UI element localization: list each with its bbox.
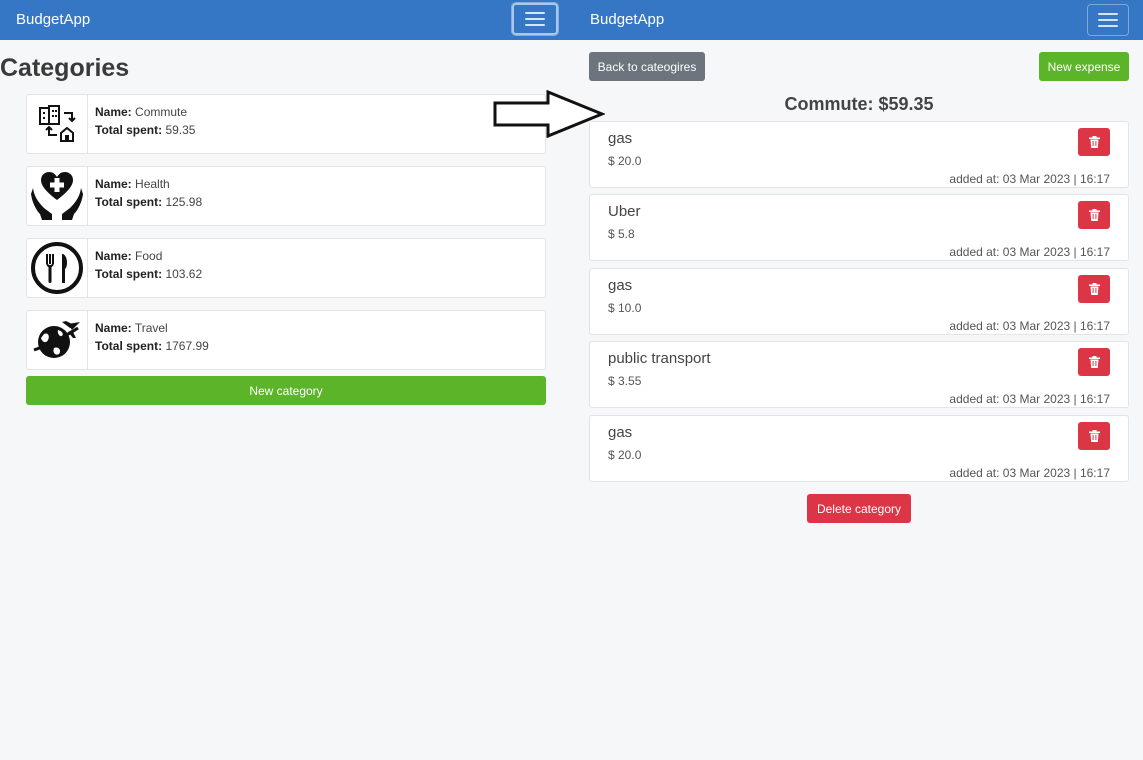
expense-card: gas $ 20.0 added at: 03 Mar 2023 | 16:17	[589, 415, 1129, 482]
name-label: Name:	[95, 177, 132, 191]
delete-expense-button[interactable]	[1078, 422, 1110, 450]
category-card-health[interactable]: Name: Health Total spent: 125.98	[26, 166, 546, 226]
trash-icon	[1088, 136, 1100, 148]
delete-expense-button[interactable]	[1078, 275, 1110, 303]
hamburger-line	[525, 24, 545, 26]
delete-expense-button[interactable]	[1078, 128, 1110, 156]
category-info: Name: Health Total spent: 125.98	[88, 167, 209, 225]
expense-card: gas $ 20.0 added at: 03 Mar 2023 | 16:17	[589, 121, 1129, 188]
fork-knife-icon	[27, 239, 88, 297]
right-navbar: BudgetApp	[572, 0, 1143, 40]
name-label: Name:	[95, 249, 132, 263]
expense-card: Uber $ 5.8 added at: 03 Mar 2023 | 16:17	[589, 194, 1129, 261]
expense-amount: $ 5.8	[608, 227, 635, 241]
menu-toggle-button[interactable]	[1087, 4, 1129, 36]
city-commute-icon	[27, 95, 88, 153]
category-total: 1767.99	[165, 339, 209, 353]
total-label: Total spent:	[95, 195, 163, 209]
health-hands-icon	[27, 167, 88, 225]
globe-plane-icon	[27, 311, 88, 369]
category-name: Health	[135, 177, 170, 191]
expense-card: gas $ 10.0 added at: 03 Mar 2023 | 16:17	[589, 268, 1129, 335]
category-total: 103.62	[165, 267, 203, 281]
hamburger-icon	[525, 12, 545, 14]
expense-date: added at: 03 Mar 2023 | 16:17	[949, 319, 1110, 333]
expense-amount: $ 20.0	[608, 448, 642, 462]
new-expense-button[interactable]: New expense	[1039, 52, 1129, 81]
expense-date: added at: 03 Mar 2023 | 16:17	[949, 172, 1110, 186]
category-detail-title: Commute: $59.35	[784, 94, 934, 114]
expense-name: gas	[608, 277, 633, 294]
hamburger-line	[1098, 19, 1118, 21]
expense-card: public transport $ 3.55 added at: 03 Mar…	[589, 341, 1129, 408]
category-card-travel[interactable]: Name: Travel Total spent: 1767.99	[26, 310, 546, 370]
expense-name: Uber	[608, 203, 641, 220]
total-label: Total spent:	[95, 123, 163, 137]
delete-expense-button[interactable]	[1078, 348, 1110, 376]
name-label: Name:	[95, 321, 132, 335]
expense-name: gas	[608, 130, 633, 147]
expense-date: added at: 03 Mar 2023 | 16:17	[949, 466, 1110, 480]
expense-name: gas	[608, 424, 633, 441]
left-navbar: BudgetApp	[0, 0, 572, 40]
category-info: Name: Travel Total spent: 1767.99	[88, 311, 216, 369]
expense-date: added at: 03 Mar 2023 | 16:17	[949, 392, 1110, 406]
hamburger-icon	[1098, 13, 1118, 15]
category-card-food[interactable]: Name: Food Total spent: 103.62	[26, 238, 546, 298]
delete-category-button[interactable]: Delete category	[807, 494, 911, 523]
expense-amount: $ 20.0	[608, 154, 642, 168]
hamburger-line	[525, 18, 545, 20]
category-name: Travel	[134, 321, 168, 335]
category-total: 59.35	[165, 123, 196, 137]
trash-icon	[1088, 356, 1100, 368]
menu-toggle-button[interactable]	[512, 3, 558, 35]
expense-name: public transport	[608, 350, 711, 367]
hamburger-line	[1098, 25, 1118, 27]
category-info: Name: Food Total spent: 103.62	[88, 239, 209, 297]
category-total: 125.98	[165, 195, 203, 209]
page-title: Categories	[0, 54, 130, 82]
category-info: Name: Commute Total spent: 59.35	[88, 95, 202, 153]
total-label: Total spent:	[95, 339, 163, 353]
trash-icon	[1088, 209, 1100, 221]
trash-icon	[1088, 283, 1100, 295]
trash-icon	[1088, 430, 1100, 442]
delete-expense-button[interactable]	[1078, 201, 1110, 229]
expense-date: added at: 03 Mar 2023 | 16:17	[949, 245, 1110, 259]
back-to-categories-button[interactable]: Back to cateogires	[589, 52, 705, 81]
category-name: Food	[135, 249, 163, 263]
category-name: Commute	[135, 105, 188, 119]
navbar-brand[interactable]: BudgetApp	[590, 11, 664, 28]
expense-amount: $ 10.0	[608, 301, 642, 315]
expense-amount: $ 3.55	[608, 374, 642, 388]
name-label: Name:	[95, 105, 132, 119]
total-label: Total spent:	[95, 267, 163, 281]
category-card-commute[interactable]: Name: Commute Total spent: 59.35	[26, 94, 546, 154]
navbar-brand[interactable]: BudgetApp	[16, 11, 90, 28]
new-category-button[interactable]: New category	[26, 376, 546, 405]
